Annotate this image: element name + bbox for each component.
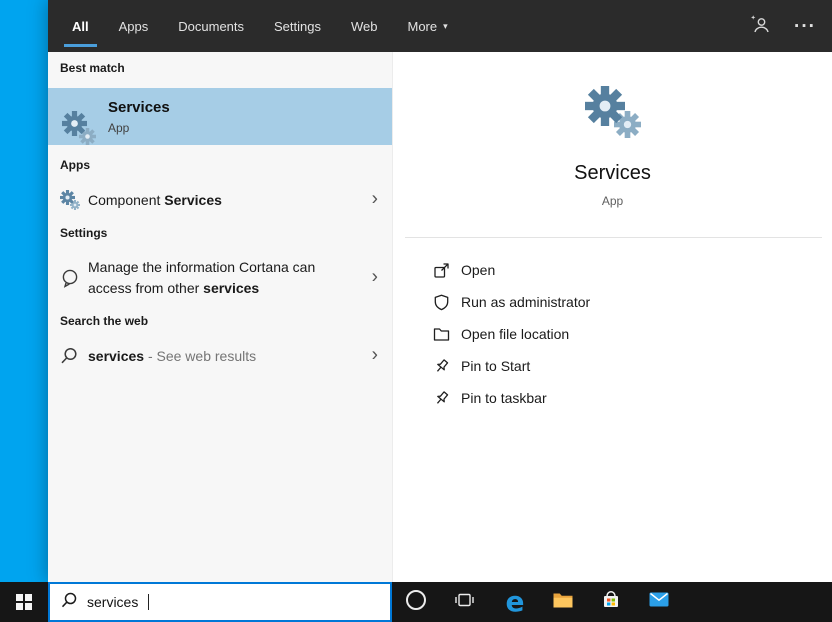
preview-title: Services [574,162,651,184]
folder-icon [553,592,573,613]
text-cursor [148,594,150,610]
action-label: Pin to taskbar [461,390,547,406]
preview-subtitle: App [601,194,624,208]
search-input-value: services [87,594,139,610]
result-web-search[interactable]: services - See web results › [48,338,392,374]
section-header-apps: Apps [60,158,90,172]
chevron-down-icon: ▾ [443,20,448,31]
result-cortana-settings[interactable]: Manage the information Cortana can acces… [48,248,392,308]
user-sparkle-icon [750,14,770,39]
admin-shield-icon [433,294,450,311]
edge-icon: e [505,585,525,618]
search-flyout: All Apps Documents Settings Web More ▾ ·… [48,0,832,582]
store-bag-icon [602,590,620,614]
file-explorer-button[interactable] [539,582,587,622]
folder-icon [433,326,450,343]
task-view-button[interactable] [440,582,488,622]
taskbar: services e [0,582,832,622]
more-options-icon[interactable]: ··· [794,17,816,36]
action-pin-to-taskbar[interactable]: Pin to taskbar [433,382,820,414]
taskbar-search-box[interactable]: services [48,582,392,622]
best-match-result-services[interactable]: Services App [48,88,392,145]
filter-tabs: All Apps Documents Settings Web More ▾ [64,0,832,52]
pin-icon [433,358,450,375]
cortana-circle-icon [405,589,427,616]
chevron-right-icon[interactable]: › [372,190,378,209]
action-run-as-administrator[interactable]: Run as administrator [433,286,820,318]
action-label: Open [461,262,496,278]
action-list: Open Run as administrator Open file loca… [433,254,820,414]
best-match-title: Services [108,99,170,116]
tab-web[interactable]: Web [351,0,378,52]
tab-more-label: More [407,18,438,34]
section-header-best-match: Best match [60,61,125,75]
result-text: Component Services [88,191,222,208]
action-open-file-location[interactable]: Open file location [433,318,820,350]
edge-button[interactable]: e [491,582,539,622]
task-view-icon [454,591,474,614]
sign-in-button[interactable] [750,14,770,39]
preview-panel: Services App Open Run as administrator O… [392,52,832,582]
search-icon [61,592,77,613]
start-button[interactable] [0,582,48,622]
search-filter-bar: All Apps Documents Settings Web More ▾ ·… [48,0,832,52]
tab-more[interactable]: More ▾ [408,0,448,52]
windows-logo-icon [15,593,33,611]
section-header-settings: Settings [60,226,108,240]
component-services-icon [60,190,80,210]
action-label: Run as administrator [461,294,591,310]
services-gears-icon [62,111,96,145]
services-gears-icon-large [585,86,641,138]
tab-settings[interactable]: Settings [274,0,321,52]
chevron-right-icon[interactable]: › [372,268,378,287]
windows-desktop: All Apps Documents Settings Web More ▾ ·… [0,0,832,622]
pin-icon [433,390,450,407]
result-component-services[interactable]: Component Services › [48,182,392,218]
action-label: Pin to Start [461,358,531,374]
action-label: Open file location [461,326,570,342]
microsoft-store-button[interactable] [587,582,635,622]
mail-button[interactable] [635,582,683,622]
section-header-web: Search the web [60,314,149,328]
tab-apps[interactable]: Apps [119,0,149,52]
result-text: services - See web results [88,347,257,364]
chevron-right-icon[interactable]: › [372,346,378,365]
cortana-button[interactable] [392,582,440,622]
tab-all[interactable]: All [64,0,97,52]
divider [405,237,822,238]
cortana-icon [60,268,80,288]
action-pin-to-start[interactable]: Pin to Start [433,350,820,382]
results-panel: Best match Services App Apps Component S… [48,52,392,582]
search-icon [60,347,78,365]
topbar-actions: ··· [750,0,816,52]
mail-envelope-icon [649,592,669,612]
best-match-subtitle: App [108,121,130,135]
tab-documents[interactable]: Documents [178,0,244,52]
result-text: Manage the information Cortana can acces… [88,259,316,296]
action-open[interactable]: Open [433,254,820,286]
open-launch-icon [433,262,450,279]
